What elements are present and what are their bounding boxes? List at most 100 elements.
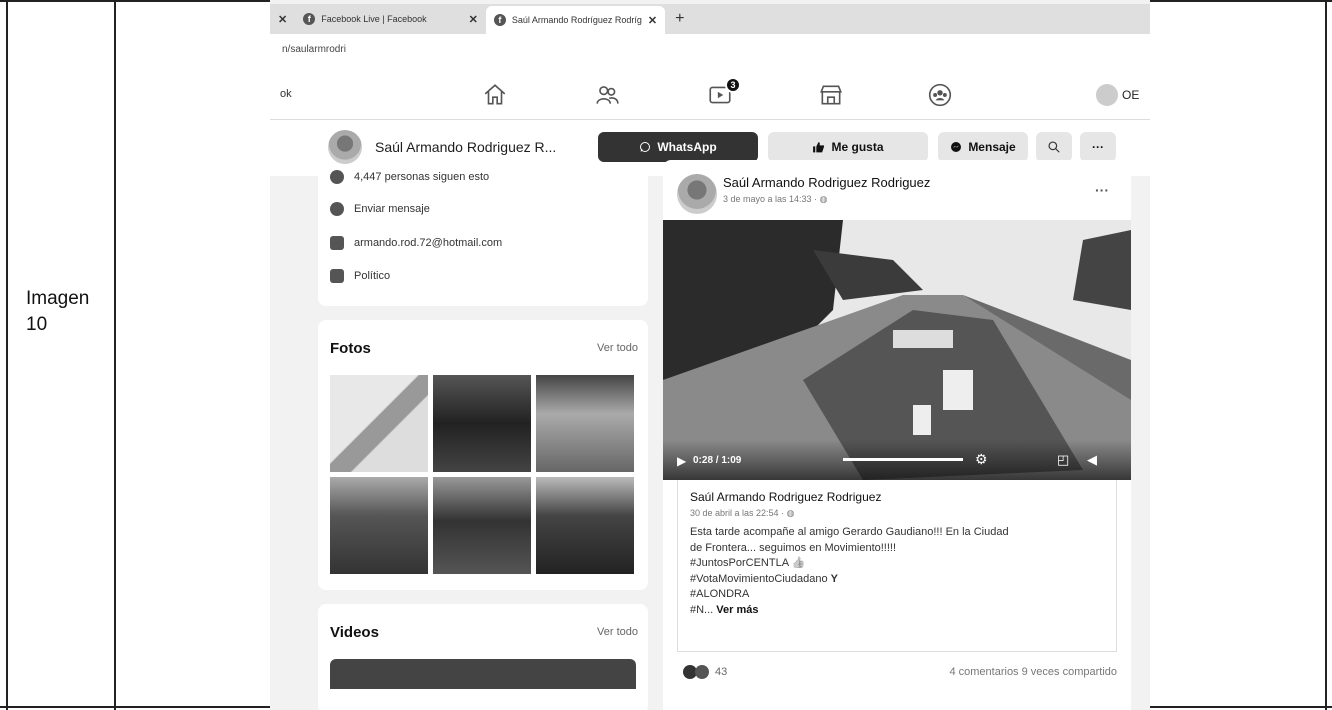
address-bar[interactable]: n/saularmrodri bbox=[270, 34, 1150, 70]
hashtag-link[interactable]: #VotaMovimientoCiudadano Y bbox=[690, 572, 1104, 588]
hashtag-link[interactable]: #JuntosPorCENTLA 👍 bbox=[690, 556, 1104, 572]
close-tab-icon[interactable]: ✕ bbox=[469, 13, 478, 26]
nav-left-text: ok bbox=[280, 88, 292, 100]
post-author[interactable]: Saúl Armando Rodriguez Rodriguez bbox=[723, 175, 930, 190]
volume-icon[interactable]: ◀ bbox=[1087, 452, 1097, 468]
message-button[interactable]: Mensaje bbox=[938, 132, 1028, 162]
briefcase-icon bbox=[330, 269, 344, 283]
category-row: Político bbox=[330, 269, 390, 283]
page-avatar[interactable] bbox=[328, 130, 362, 164]
friends-icon[interactable] bbox=[594, 82, 620, 108]
photo-thumbnail[interactable] bbox=[536, 477, 634, 574]
photo-thumbnail[interactable] bbox=[330, 375, 428, 472]
videos-see-all-link[interactable]: Ver todo bbox=[597, 626, 638, 638]
email-text: armando.rod.72@hotmail.com bbox=[354, 237, 503, 249]
shared-date-text: 30 de abril a las 22:54 · bbox=[690, 508, 787, 518]
photos-title: Fotos bbox=[330, 340, 371, 357]
post-options-icon[interactable]: ··· bbox=[1095, 182, 1109, 198]
whatsapp-button[interactable]: WhatsApp bbox=[598, 132, 758, 162]
thumbs-up-icon bbox=[813, 141, 825, 152]
like-label: Me gusta bbox=[831, 140, 884, 154]
photo-grid bbox=[330, 375, 634, 574]
video-progress-bar[interactable] bbox=[843, 458, 963, 461]
hashtag-text: #JuntosPorCENTLA bbox=[690, 557, 789, 569]
whatsapp-icon bbox=[640, 142, 651, 152]
photos-card: Fotos Ver todo bbox=[318, 320, 648, 590]
category-text: Político bbox=[354, 270, 391, 282]
envelope-icon bbox=[330, 236, 344, 250]
comments-shares-count[interactable]: 4 comentarios 9 veces compartido bbox=[949, 666, 1117, 678]
settings-icon[interactable]: ⚙ bbox=[975, 451, 988, 468]
tab-profile[interactable]: f Saúl Armando Rodríguez Rodríg ✕ bbox=[485, 6, 666, 34]
screenshot: ✕ f Facebook Live | Facebook ✕ f Saúl Ar… bbox=[270, 0, 1150, 710]
messenger-icon bbox=[951, 142, 962, 152]
row-label: Imagen 10 bbox=[26, 288, 90, 335]
close-tab-icon[interactable]: ✕ bbox=[270, 13, 295, 26]
tab-facebook-live[interactable]: f Facebook Live | Facebook ✕ bbox=[295, 7, 486, 31]
post-avatar[interactable] bbox=[677, 174, 717, 214]
see-more-link[interactable]: Ver más bbox=[716, 604, 758, 616]
shared-post: Saúl Armando Rodriguez Rodriguez 30 de a… bbox=[677, 480, 1117, 652]
hashtag-text: #VotaMovimientoCiudadano bbox=[690, 572, 828, 585]
post-date[interactable]: 3 de mayo a las 14:33 · ◍ bbox=[723, 194, 827, 205]
facebook-top-nav: ok 3 OE bbox=[270, 70, 1150, 120]
avatar[interactable] bbox=[1096, 84, 1118, 106]
video-player[interactable]: ▶ 0:28 / 1:09 ⚙ ◰ ◀ bbox=[663, 220, 1131, 480]
videos-title: Videos bbox=[330, 624, 379, 641]
shared-author[interactable]: Saúl Armando Rodriguez Rodriguez bbox=[690, 490, 1104, 504]
picture-in-picture-icon[interactable]: ◰ bbox=[1057, 452, 1069, 468]
intro-card: 4,447 personas siguen esto Enviar mensaj… bbox=[318, 170, 648, 306]
video-time: 0:28 / 1:09 bbox=[693, 455, 742, 466]
globe-icon: ◍ bbox=[819, 194, 828, 204]
followers-row: 4,447 personas siguen esto bbox=[330, 170, 489, 184]
browser-tab-bar: ✕ f Facebook Live | Facebook ✕ f Saúl Ar… bbox=[270, 4, 1150, 34]
bird-emoji-icon: Y bbox=[830, 572, 838, 585]
followers-text: 4,447 personas siguen esto bbox=[354, 171, 490, 183]
url-text: n/saularmrodri bbox=[282, 44, 346, 55]
reactions-summary[interactable]: 43 bbox=[683, 665, 727, 679]
search-button[interactable] bbox=[1036, 132, 1072, 162]
photos-see-all-link[interactable]: Ver todo bbox=[597, 342, 638, 354]
home-icon[interactable] bbox=[482, 82, 508, 108]
new-tab-icon[interactable]: + bbox=[665, 10, 694, 28]
send-message-text: Enviar mensaje bbox=[354, 203, 430, 215]
email-row[interactable]: armando.rod.72@hotmail.com bbox=[330, 236, 502, 250]
tab-label: Facebook Live | Facebook bbox=[321, 14, 427, 24]
truncated-line: #N... Ver más bbox=[690, 603, 1104, 619]
play-icon[interactable]: ▶ bbox=[677, 454, 686, 468]
photo-thumbnail[interactable] bbox=[433, 477, 531, 574]
truncated-text: #N... bbox=[690, 603, 714, 616]
message-label: Mensaje bbox=[968, 140, 1016, 154]
notification-badge: 3 bbox=[725, 77, 741, 93]
followers-icon bbox=[330, 170, 344, 184]
thumbs-up-emoji-icon: 👍 bbox=[791, 557, 806, 569]
photo-thumbnail[interactable] bbox=[536, 375, 634, 472]
whatsapp-label: WhatsApp bbox=[657, 140, 717, 154]
photo-thumbnail[interactable] bbox=[433, 375, 531, 472]
close-tab-icon[interactable]: ✕ bbox=[648, 14, 657, 27]
video-thumbnail[interactable] bbox=[330, 659, 636, 689]
shared-date[interactable]: 30 de abril a las 22:54 · ◍ bbox=[690, 508, 1104, 519]
videos-card: Videos Ver todo bbox=[318, 604, 648, 710]
photo-thumbnail[interactable] bbox=[330, 477, 428, 574]
more-button[interactable]: ··· bbox=[1080, 132, 1116, 162]
post-text: Esta tarde acompañe al amigo Gerardo Gau… bbox=[690, 525, 1104, 618]
table-right-border bbox=[1325, 0, 1327, 710]
watch-icon[interactable]: 3 bbox=[707, 77, 741, 108]
page-title[interactable]: Saúl Armando Rodriguez R... bbox=[375, 139, 556, 155]
reactions-count: 43 bbox=[715, 666, 728, 678]
post-card: Saúl Armando Rodriguez Rodriguez 3 de ma… bbox=[663, 160, 1131, 710]
like-button[interactable]: Me gusta bbox=[768, 132, 928, 162]
tab-label: Saúl Armando Rodríguez Rodríg bbox=[511, 15, 642, 25]
hashtag-link[interactable]: #ALONDRA bbox=[690, 587, 1104, 603]
marketplace-icon[interactable] bbox=[818, 82, 844, 108]
facebook-icon: f bbox=[303, 13, 316, 25]
groups-icon[interactable] bbox=[927, 82, 953, 108]
send-message-row[interactable]: Enviar mensaje bbox=[330, 202, 430, 216]
post-text-line: de Frontera... seguimos en Movimiento!!!… bbox=[690, 541, 897, 554]
post-text-line: Esta tarde acompañe al amigo Gerardo Gau… bbox=[690, 526, 1009, 538]
post-date-text: 3 de mayo a las 14:33 · bbox=[723, 194, 820, 204]
more-icon: ··· bbox=[1092, 140, 1104, 154]
facebook-icon: f bbox=[493, 14, 506, 26]
nav-user-label[interactable]: OE bbox=[1122, 88, 1139, 102]
